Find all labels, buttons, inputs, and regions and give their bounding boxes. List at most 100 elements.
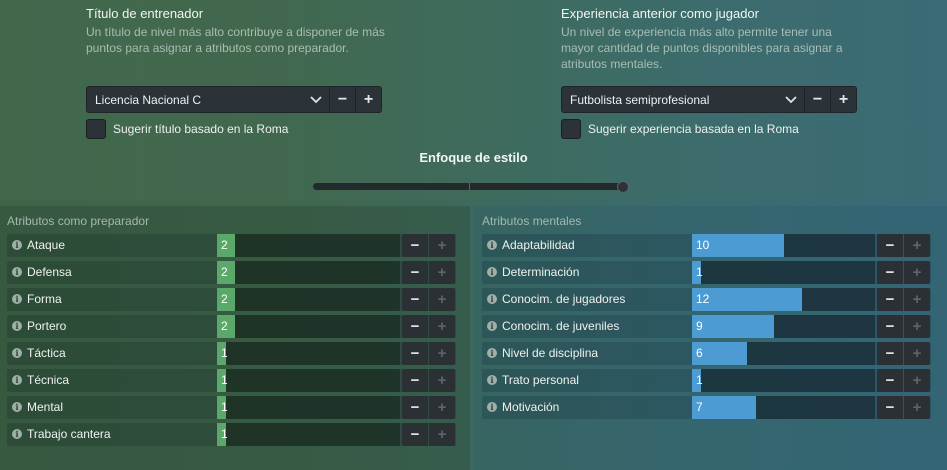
- info-icon[interactable]: i: [12, 375, 22, 385]
- style-focus-slider-midpoint: [469, 183, 470, 190]
- decrease-button[interactable]: −: [877, 315, 903, 338]
- increase-button[interactable]: +: [904, 315, 930, 338]
- attribute-label: Táctica: [27, 346, 66, 360]
- attribute-value: 1: [221, 346, 228, 360]
- attribute-value: 2: [221, 319, 228, 333]
- decrease-button[interactable]: −: [402, 261, 428, 284]
- increase-button[interactable]: +: [429, 261, 455, 284]
- attribute-value: 1: [221, 400, 228, 414]
- attribute-row: i Conocim. de jugadores 12 − +: [482, 288, 931, 311]
- increase-button[interactable]: +: [429, 369, 455, 392]
- coach-title-dropdown[interactable]: Licencia Nacional C − +: [86, 86, 382, 113]
- attribute-row: i Portero 2 − +: [7, 315, 456, 338]
- player-experience-increase-button[interactable]: +: [830, 87, 856, 112]
- decrease-button[interactable]: −: [402, 423, 428, 446]
- coach-title-increase-button[interactable]: +: [355, 87, 381, 112]
- attribute-row: i Trabajo cantera 1 − +: [7, 423, 456, 446]
- decrease-button[interactable]: −: [402, 369, 428, 392]
- attribute-bar: 1: [217, 396, 400, 419]
- attribute-bar: 1: [217, 369, 400, 392]
- info-icon[interactable]: i: [487, 294, 497, 304]
- decrease-button[interactable]: −: [402, 234, 428, 257]
- coach-title-decrease-button[interactable]: −: [329, 87, 355, 112]
- attribute-row: i Ataque 2 − +: [7, 234, 456, 257]
- info-icon[interactable]: i: [487, 240, 497, 250]
- attribute-row: i Trato personal 1 − +: [482, 369, 931, 392]
- attribute-label: Nivel de disciplina: [502, 346, 599, 360]
- coach-title-suggest-checkbox[interactable]: [86, 119, 106, 139]
- attribute-value: 2: [221, 292, 228, 306]
- info-icon[interactable]: i: [12, 240, 22, 250]
- increase-button[interactable]: +: [904, 342, 930, 365]
- increase-button[interactable]: +: [429, 396, 455, 419]
- attribute-bar: 2: [217, 315, 400, 338]
- attribute-row: i Adaptabilidad 10 − +: [482, 234, 931, 257]
- info-icon[interactable]: i: [12, 294, 22, 304]
- increase-button[interactable]: +: [429, 288, 455, 311]
- attribute-label: Ataque: [27, 238, 66, 252]
- attribute-label: Defensa: [27, 265, 72, 279]
- attribute-label: Forma: [27, 292, 62, 306]
- player-experience-suggest-checkbox[interactable]: [561, 119, 581, 139]
- attribute-row: i Conocim. de juveniles 9 − +: [482, 315, 931, 338]
- attribute-bar-fill: [692, 315, 774, 338]
- attribute-label: Trato personal: [502, 373, 579, 387]
- increase-button[interactable]: +: [904, 288, 930, 311]
- player-experience-selected: Futbolista semiprofesional: [570, 92, 710, 107]
- attribute-value: 12: [696, 292, 710, 306]
- increase-button[interactable]: +: [429, 234, 455, 257]
- increase-button[interactable]: +: [904, 234, 930, 257]
- style-focus-slider-handle[interactable]: [617, 181, 629, 193]
- decrease-button[interactable]: −: [877, 342, 903, 365]
- attribute-row: i Motivación 7 − +: [482, 396, 931, 419]
- player-experience-suggest-row[interactable]: Sugerir experiencia basada en la Roma: [561, 119, 799, 139]
- attribute-bar: 10: [692, 234, 875, 257]
- increase-button[interactable]: +: [904, 261, 930, 284]
- attribute-value: 6: [696, 346, 703, 360]
- increase-button[interactable]: +: [429, 423, 455, 446]
- decrease-button[interactable]: −: [402, 396, 428, 419]
- increase-button[interactable]: +: [904, 396, 930, 419]
- increase-button[interactable]: +: [904, 369, 930, 392]
- player-experience-suggest-label: Sugerir experiencia basada en la Roma: [588, 122, 799, 136]
- coach-title-suggest-label: Sugerir título basado en la Roma: [113, 122, 289, 136]
- attribute-label: Determinación: [502, 265, 580, 279]
- coach-title-suggest-row[interactable]: Sugerir título basado en la Roma: [86, 119, 288, 139]
- info-icon[interactable]: i: [487, 348, 497, 358]
- attribute-row: i Técnica 1 − +: [7, 369, 456, 392]
- attribute-row: i Determinación 1 − +: [482, 261, 931, 284]
- info-icon[interactable]: i: [12, 429, 22, 439]
- decrease-button[interactable]: −: [877, 261, 903, 284]
- info-icon[interactable]: i: [12, 321, 22, 331]
- attribute-row: i Táctica 1 − +: [7, 342, 456, 365]
- decrease-button[interactable]: −: [877, 396, 903, 419]
- decrease-button[interactable]: −: [402, 288, 428, 311]
- decrease-button[interactable]: −: [877, 234, 903, 257]
- info-icon[interactable]: i: [487, 402, 497, 412]
- attribute-value: 2: [221, 265, 228, 279]
- player-experience-description: Un nivel de experiencia más alto permite…: [561, 25, 843, 71]
- player-experience-decrease-button[interactable]: −: [804, 87, 830, 112]
- decrease-button[interactable]: −: [877, 288, 903, 311]
- player-experience-heading: Experiencia anterior como jugador: [561, 6, 759, 21]
- coach-title-selected: Licencia Nacional C: [95, 92, 202, 107]
- info-icon[interactable]: i: [487, 321, 497, 331]
- attribute-row: i Forma 2 − +: [7, 288, 456, 311]
- attribute-bar: 6: [692, 342, 875, 365]
- info-icon[interactable]: i: [12, 402, 22, 412]
- attribute-bar: 1: [692, 369, 875, 392]
- attribute-value: 1: [221, 373, 228, 387]
- player-experience-dropdown[interactable]: Futbolista semiprofesional − +: [561, 86, 857, 113]
- attribute-bar: 2: [217, 234, 400, 257]
- info-icon[interactable]: i: [487, 375, 497, 385]
- attribute-bar: 1: [217, 423, 400, 446]
- increase-button[interactable]: +: [429, 342, 455, 365]
- info-icon[interactable]: i: [12, 267, 22, 277]
- decrease-button[interactable]: −: [877, 369, 903, 392]
- attribute-value: 9: [696, 319, 703, 333]
- decrease-button[interactable]: −: [402, 315, 428, 338]
- decrease-button[interactable]: −: [402, 342, 428, 365]
- info-icon[interactable]: i: [487, 267, 497, 277]
- increase-button[interactable]: +: [429, 315, 455, 338]
- info-icon[interactable]: i: [12, 348, 22, 358]
